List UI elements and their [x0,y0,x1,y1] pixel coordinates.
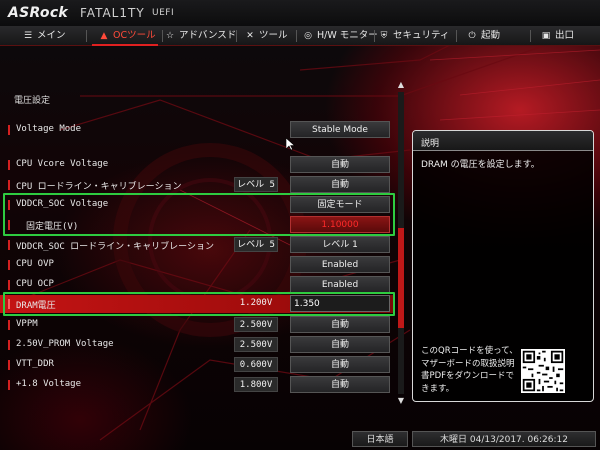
list-icon: ☰ [23,31,33,41]
setting-label: CPU Vcore Voltage [16,159,109,169]
brand-logo: ASRock [8,5,69,21]
tab-exit[interactable]: ▣ 出口 [540,26,574,46]
title-bar: ASRock FATAL1TY UEFI [0,0,600,26]
tab-main-label: メイン [37,30,66,41]
exit-icon: ▣ [541,31,551,41]
product-logo: FATAL1TY [80,6,145,20]
power-icon: ⏻ [468,31,476,41]
current-value: レベル 5 [234,177,278,192]
description-header: 説明 [413,131,593,151]
row-marker [8,360,10,370]
setting-row-cpu-ovp[interactable]: CPU OVP Enabled [0,256,395,274]
tab-tool[interactable]: ✕ ツール [244,26,288,46]
setting-label: VTT_DDR [16,359,54,369]
setting-row-vtt-ddr[interactable]: VTT_DDR 0.600V 自動 [0,356,395,374]
hw-monitor-icon: ◎ [304,31,312,41]
flame-icon: ▲ [100,31,108,41]
setting-row-cpu-vcore[interactable]: CPU Vcore Voltage 自動 [0,156,395,174]
nav-divider [162,30,163,42]
mouse-cursor-icon [286,138,295,151]
row-marker [8,280,10,290]
current-value: 1.800V [234,377,278,392]
description-title: 説明 [421,139,440,149]
tab-main[interactable]: ☰ メイン [22,26,66,46]
row-marker [8,320,10,330]
cpu-llc-select[interactable]: 自動 [290,176,390,193]
row-marker [8,380,10,390]
row-marker [8,260,10,270]
shield-icon: ⛨ [380,31,388,41]
tab-oc-tweaker[interactable]: ▲ OCツール [98,26,156,46]
current-value: 2.500V [234,337,278,352]
1v8-voltage-select[interactable]: 自動 [290,376,390,393]
star-icon: ☆ [165,31,175,41]
qr-code-icon [521,349,565,393]
cpu-ocp-select[interactable]: Enabled [290,276,390,293]
cpu-vcore-select[interactable]: 自動 [290,156,390,173]
language-button[interactable]: 日本語 [352,431,408,447]
setting-label: VDDCR_SOC ロードライン・キャリブレーション [16,242,215,252]
voltage-mode-select[interactable]: Stable Mode [290,121,390,138]
setting-label: Voltage Mode [16,124,82,134]
description-text: DRAM の電圧を設定します。 [421,160,540,170]
scrollbar-thumb[interactable] [398,228,404,328]
tab-security[interactable]: ⛨ セキュリティ [378,26,450,46]
cpu-ovp-select[interactable]: Enabled [290,256,390,273]
nav-divider [530,30,531,42]
uefi-label: UEFI [152,8,175,18]
nav-divider [456,30,457,42]
annotation-box-soc [3,193,395,236]
wrench-icon: ✕ [246,31,254,41]
nav-divider [296,30,297,42]
setting-row-1v8-voltage[interactable]: +1.8 Voltage 1.800V 自動 [0,376,395,394]
vtt-ddr-select[interactable]: 自動 [290,356,390,373]
row-marker [8,240,10,250]
active-tab-indicator [92,44,158,46]
scroll-down-arrow-icon[interactable]: ▼ [396,396,406,406]
tab-boot-label: 起動 [481,30,501,41]
setting-row-voltage-mode[interactable]: Voltage Mode Stable Mode [0,121,395,139]
current-value: 2.500V [234,317,278,332]
tab-security-label: セキュリティ [393,30,450,41]
setting-row-vddcr-soc-llc[interactable]: VDDCR_SOC ロードライン・キャリブレーション レベル 5 レベル 1 [0,236,395,254]
qr-caption: このQRコードを使って、マザーボードの取扱説明書PDFをダウンロードできます。 [421,346,518,394]
setting-label: CPU OCP [16,279,54,289]
tab-oc-tweaker-label: OCツール [113,30,156,41]
nav-divider [236,30,237,42]
row-marker [8,340,10,350]
tab-hw-monitor[interactable]: ◎ H/W モニター [302,26,378,46]
vddcr-soc-llc-select[interactable]: レベル 1 [290,236,390,253]
scroll-up-arrow-icon[interactable]: ▲ [396,80,406,90]
nav-divider [374,30,375,42]
main-nav: ☰ メイン ▲ OCツール ☆ アドバンスド ✕ ツール ◎ H/W モニター ⛨ セキュリ… [0,26,600,46]
tab-advanced-label: アドバンスド [179,30,237,41]
description-panel: 説明 DRAM の電圧を設定します。 このQRコードを使って、マザーボードの取扱… [412,130,594,402]
setting-row-vppm[interactable]: VPPM 2.500V 自動 [0,316,395,334]
setting-label: 2.50V_PROM Voltage [16,339,114,349]
annotation-box-dram [3,292,395,316]
prom-voltage-select[interactable]: 自動 [290,336,390,353]
setting-label: CPU OVP [16,259,54,269]
current-value: レベル 5 [234,237,278,252]
row-marker [8,125,10,135]
tab-exit-label: 出口 [555,30,575,41]
vppm-select[interactable]: 自動 [290,316,390,333]
tab-advanced[interactable]: ☆ アドバンスド [164,26,236,46]
row-marker [8,160,10,170]
setting-row-prom-voltage[interactable]: 2.50V_PROM Voltage 2.500V 自動 [0,336,395,354]
row-marker [8,180,10,190]
setting-label: +1.8 Voltage [16,379,82,389]
datetime-display: 木曜日 04/13/2017. 06:26:12 [412,431,596,447]
tab-hw-monitor-label: H/W モニター [317,30,378,41]
nav-divider [86,30,87,42]
tab-boot[interactable]: ⏻ 起動 [466,26,500,46]
setting-label: VPPM [16,319,38,329]
setting-label: CPU ロードライン・キャリブレーション [16,182,182,192]
section-title: 電圧設定 [14,96,51,106]
current-value: 0.600V [234,357,278,372]
tab-tool-label: ツール [259,30,288,41]
setting-row-cpu-llc[interactable]: CPU ロードライン・キャリブレーション レベル 5 自動 [0,176,395,194]
